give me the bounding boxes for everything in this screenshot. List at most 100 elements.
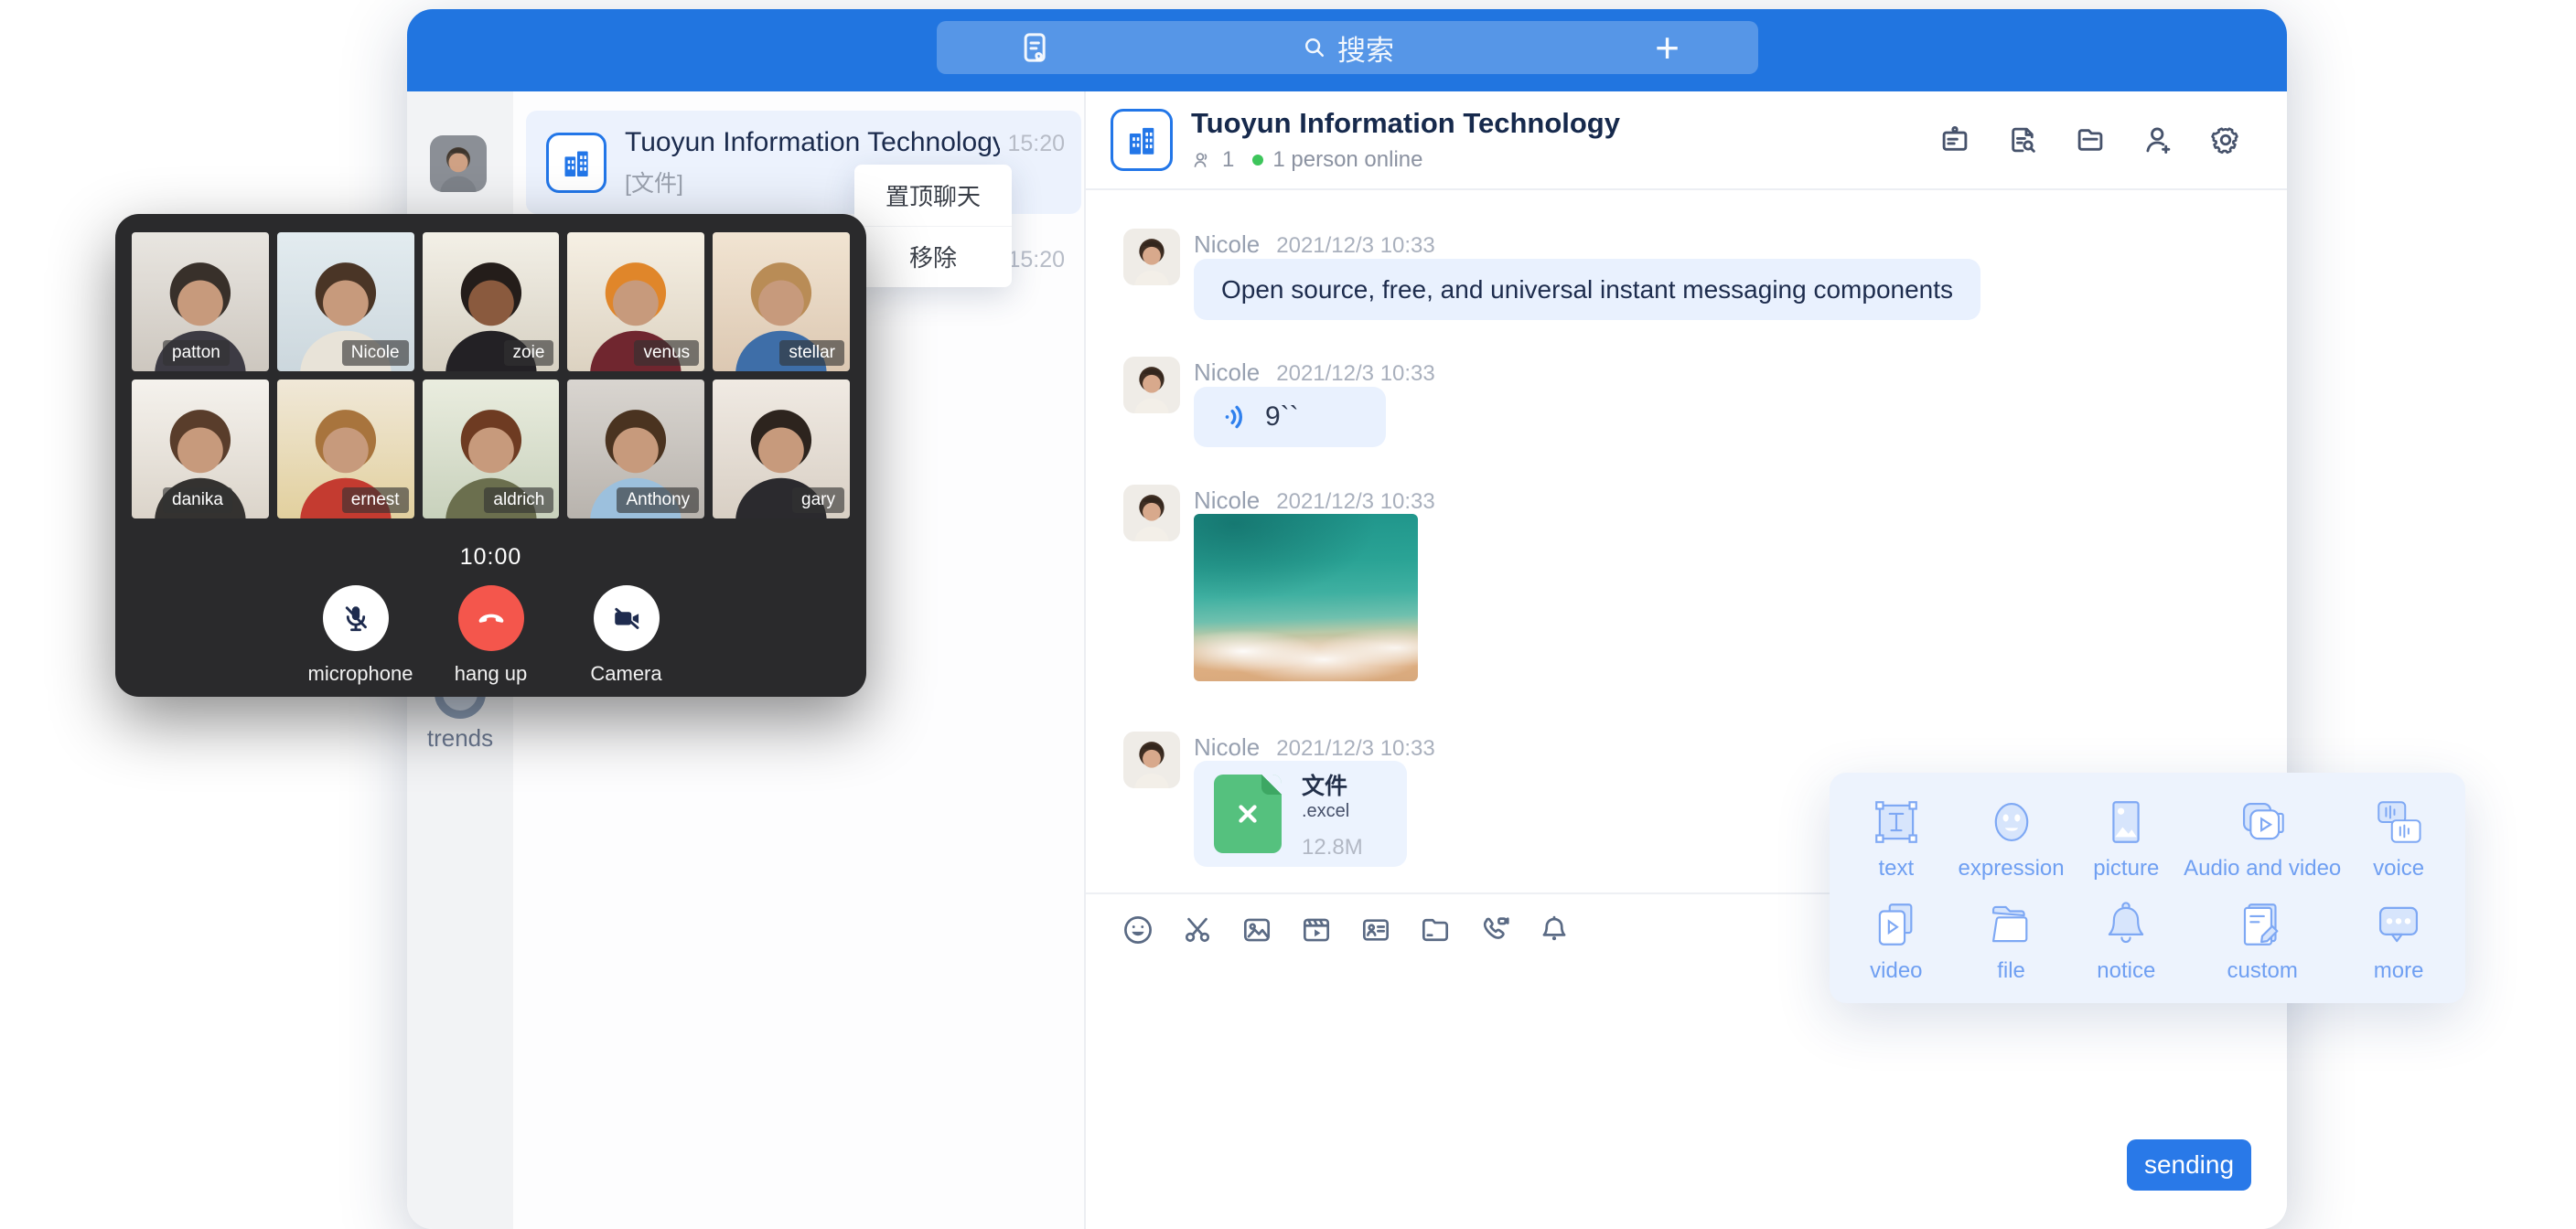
voice-duration: 9`` xyxy=(1265,401,1299,433)
camera-label: Camera xyxy=(579,662,674,686)
file-icon xyxy=(1985,894,2038,951)
panel-item-video[interactable]: video xyxy=(1839,888,1954,990)
sender-name: Nicole xyxy=(1194,486,1260,515)
image-icon[interactable] xyxy=(1240,913,1274,947)
add-button[interactable]: + xyxy=(1655,21,1680,74)
sender-name: Nicole xyxy=(1194,733,1260,762)
participant-tile[interactable]: aldrich xyxy=(423,379,560,518)
chat-main: Tuoyun Information Technology 1 1 person… xyxy=(1086,91,2287,1229)
file-attachment[interactable]: 文件 .excel 12.8M xyxy=(1194,761,1407,867)
call-timer: 10:00 xyxy=(132,544,850,571)
organization-icon xyxy=(546,133,606,193)
picture-icon xyxy=(2099,792,2152,849)
microphone-control: microphone xyxy=(308,585,403,686)
sender-avatar[interactable] xyxy=(1123,485,1180,541)
contact-card-icon[interactable] xyxy=(1358,913,1393,947)
file-ext: .excel xyxy=(1302,801,1349,821)
participant-name: danika xyxy=(163,487,232,513)
group-notice-icon[interactable] xyxy=(1936,121,1974,159)
voice-icon xyxy=(2372,792,2425,849)
excel-file-icon xyxy=(1214,775,1282,853)
hang-up-button[interactable] xyxy=(458,585,524,651)
participant-tile[interactable]: zoie xyxy=(423,232,560,371)
message-time: 2021/12/3 10:33 xyxy=(1276,361,1435,387)
participant-tile[interactable]: patton xyxy=(132,232,269,371)
panel-item-notice[interactable]: notice xyxy=(2068,888,2184,990)
voice-bubble[interactable]: 9`` xyxy=(1194,387,1386,447)
search-bar[interactable]: 搜索 + xyxy=(937,21,1758,74)
text-bubble[interactable]: Open source, free, and universal instant… xyxy=(1194,259,1980,320)
call-controls: microphone hang up Camer xyxy=(132,585,850,686)
participant-tile[interactable]: gary xyxy=(713,379,850,518)
participant-tile[interactable]: Anthony xyxy=(567,379,704,518)
sender-avatar[interactable] xyxy=(1123,229,1180,285)
files-icon[interactable] xyxy=(2071,121,2109,159)
participant-tile[interactable]: venus xyxy=(567,232,704,371)
my-avatar[interactable] xyxy=(430,135,487,192)
text-icon xyxy=(1870,792,1923,849)
participant-name: patton xyxy=(163,340,230,366)
video-icon xyxy=(1870,894,1923,951)
organization-icon xyxy=(1111,109,1173,171)
message-time: 2021/12/3 10:33 xyxy=(1276,489,1435,515)
participant-name: ernest xyxy=(342,487,409,513)
participant-tile[interactable]: danika xyxy=(132,379,269,518)
screen: 搜索 + trends xyxy=(0,0,2576,1229)
folder-icon[interactable] xyxy=(1418,913,1453,947)
emoji-icon[interactable] xyxy=(1121,913,1155,947)
conversation-time: 15:20 xyxy=(1007,247,1065,273)
send-button[interactable]: sending xyxy=(2127,1139,2251,1191)
panel-item-voice[interactable]: voice xyxy=(2341,785,2456,888)
sender-name: Nicole xyxy=(1194,358,1260,387)
panel-item-expression[interactable]: expression xyxy=(1954,785,2069,888)
message-time: 2021/12/3 10:33 xyxy=(1276,233,1435,259)
panel-item-file[interactable]: file xyxy=(1954,888,2069,990)
camera-off-icon xyxy=(610,602,643,635)
chat-history-search-icon[interactable] xyxy=(2003,121,2042,159)
panel-item-audio-video[interactable]: Audio and video xyxy=(2184,785,2341,888)
sender-avatar[interactable] xyxy=(1123,357,1180,413)
menu-item-remove[interactable]: 移除 xyxy=(854,226,1012,288)
audio-video-icon xyxy=(2236,792,2289,849)
microphone-off-icon xyxy=(339,602,372,635)
file-size: 12.8M xyxy=(1302,835,1387,860)
participant-name: zoie xyxy=(504,340,554,366)
panel-item-custom[interactable]: custom xyxy=(2184,888,2341,990)
participant-tile[interactable]: ernest xyxy=(277,379,414,518)
top-bar: 搜索 + xyxy=(407,9,2287,91)
panel-item-text[interactable]: text xyxy=(1839,785,1954,888)
message-type-panel: text expression picture xyxy=(1830,773,2465,1003)
participant-name: Nicole xyxy=(342,340,409,366)
hang-up-label: hang up xyxy=(444,662,539,686)
message-image: Nicole 2021/12/3 10:33 xyxy=(1123,485,1581,727)
participant-tile[interactable]: Nicole xyxy=(277,232,414,371)
panel-item-more[interactable]: more xyxy=(2341,888,2456,990)
participant-name: stellar xyxy=(779,340,844,366)
more-icon xyxy=(2372,894,2425,951)
chat-header: Tuoyun Information Technology 1 1 person… xyxy=(1086,91,2287,190)
participant-name: venus xyxy=(634,340,699,366)
add-member-icon[interactable] xyxy=(2139,121,2177,159)
hangup-control: hang up xyxy=(444,585,539,686)
file-name: 文件 xyxy=(1302,774,1347,799)
participant-tile[interactable]: stellar xyxy=(713,232,850,371)
custom-icon xyxy=(2236,894,2289,951)
settings-gear-icon[interactable] xyxy=(2206,121,2245,159)
sender-name: Nicole xyxy=(1194,230,1260,259)
sender-avatar[interactable] xyxy=(1123,732,1180,788)
group-call-overlay: patton Nicole zoie venus stellar danika xyxy=(115,214,866,697)
voice-wave-icon xyxy=(1219,401,1250,433)
member-count: 1 xyxy=(1222,147,1234,173)
image-attachment-beach[interactable] xyxy=(1194,514,1418,681)
microphone-mute-button[interactable] xyxy=(323,585,389,651)
menu-item-pin-chat[interactable]: 置顶聊天 xyxy=(854,165,1012,226)
camera-off-button[interactable] xyxy=(594,585,660,651)
video-clapper-icon[interactable] xyxy=(1299,913,1334,947)
search-icon xyxy=(1301,34,1328,61)
notification-bell-icon[interactable] xyxy=(1537,913,1572,947)
microphone-label: microphone xyxy=(308,662,403,686)
panel-item-picture[interactable]: picture xyxy=(2068,785,2184,888)
search-field[interactable]: 搜索 xyxy=(937,21,1758,74)
screenshot-scissors-icon[interactable] xyxy=(1180,913,1215,947)
video-call-icon[interactable] xyxy=(1477,913,1512,947)
